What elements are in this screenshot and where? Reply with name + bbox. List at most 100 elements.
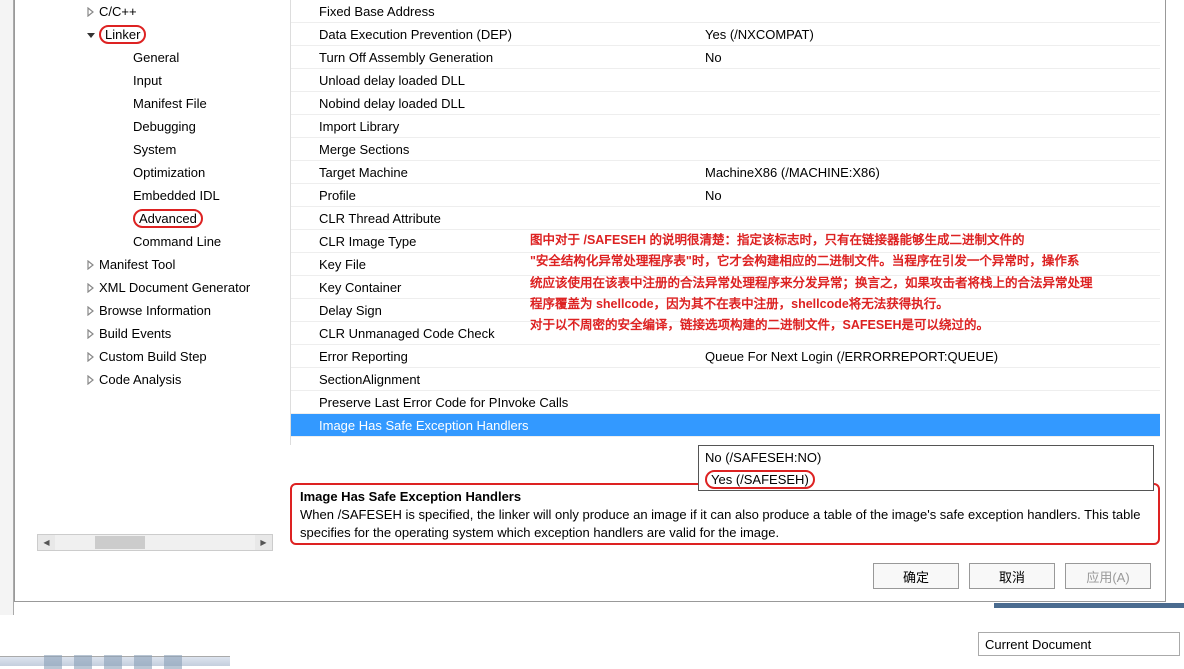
tree-arrow-icon	[119, 167, 131, 179]
scroll-left-arrow[interactable]: ◀	[38, 535, 55, 550]
background-stripe	[994, 603, 1184, 608]
taskbar-icon[interactable]	[164, 655, 182, 669]
property-value[interactable]: No	[699, 188, 1160, 203]
tree-label: Embedded IDL	[133, 188, 220, 203]
tree-item[interactable]: Build Events	[37, 322, 275, 345]
annotation-line: "安全结构化异常处理程序表"时，它才会构建相应的二进制文件。当程序在引发一个异常…	[530, 251, 1160, 272]
property-row[interactable]: Target MachineMachineX86 (/MACHINE:X86)	[291, 161, 1160, 184]
tree-item[interactable]: Manifest Tool	[37, 253, 275, 276]
property-row[interactable]: Unload delay loaded DLL	[291, 69, 1160, 92]
tree-label: Code Analysis	[99, 372, 181, 387]
dropdown-text: Current Document	[985, 637, 1091, 652]
config-tree[interactable]: C/C++ Linker General Input Manifest File Debu…	[37, 0, 275, 545]
dropdown-item[interactable]: No (/SAFESEH:NO)	[699, 446, 1153, 468]
annotation-line: 对于以不周密的安全编译，链接选项构建的二进制文件，SAFESEH是可以绕过的。	[530, 315, 1160, 336]
property-row[interactable]: Import Library	[291, 115, 1160, 138]
property-name: Profile	[291, 188, 699, 203]
tree-item[interactable]: Advanced	[37, 207, 275, 230]
tree-item[interactable]: Browse Information	[37, 299, 275, 322]
property-row[interactable]: Preserve Last Error Code for PInvoke Cal…	[291, 391, 1160, 414]
tree-item[interactable]: Command Line	[37, 230, 275, 253]
property-row[interactable]: Data Execution Prevention (DEP)Yes (/NXC…	[291, 23, 1160, 46]
tree-item[interactable]: Code Analysis	[37, 368, 275, 391]
dialog-buttons: 确定 取消 应用(A)	[873, 563, 1151, 589]
taskbar-icon[interactable]	[104, 655, 122, 669]
property-row[interactable]: Error ReportingQueue For Next Login (/ER…	[291, 345, 1160, 368]
cancel-button[interactable]: 取消	[969, 563, 1055, 589]
property-value[interactable]: MachineX86 (/MACHINE:X86)	[699, 165, 1160, 180]
tree-label: Optimization	[133, 165, 205, 180]
tree-arrow-icon	[119, 236, 131, 248]
tree-item[interactable]: Debugging	[37, 115, 275, 138]
property-name: Target Machine	[291, 165, 699, 180]
property-row[interactable]: Turn Off Assembly GenerationNo	[291, 46, 1160, 69]
tree-label: Browse Information	[99, 303, 211, 318]
tree-arrow-icon	[119, 213, 131, 225]
tree-label: General	[133, 50, 179, 65]
property-row[interactable]: Merge Sections	[291, 138, 1160, 161]
property-name: CLR Thread Attribute	[291, 211, 699, 226]
tree-label: Custom Build Step	[99, 349, 207, 364]
scroll-right-arrow[interactable]: ▶	[255, 535, 272, 550]
safeseh-dropdown-list[interactable]: No (/SAFESEH:NO)Yes (/SAFESEH)	[698, 445, 1154, 491]
property-row[interactable]: Nobind delay loaded DLL	[291, 92, 1160, 115]
tree-label: C/C++	[99, 4, 137, 19]
tree-arrow-icon	[85, 374, 97, 386]
tree-label: Manifest Tool	[99, 257, 175, 272]
tree-item[interactable]: C/C++	[37, 0, 275, 23]
property-row[interactable]: Fixed Base Address	[291, 0, 1160, 23]
tree-arrow-icon	[119, 144, 131, 156]
tree-arrow-icon	[85, 259, 97, 271]
property-name: Fixed Base Address	[291, 4, 699, 19]
annotation-line: 程序覆盖为 shellcode，因为其不在表中注册，shellcode将无法获得…	[530, 294, 1160, 315]
description-title: Image Has Safe Exception Handlers	[300, 489, 1150, 504]
tree-arrow-icon	[119, 190, 131, 202]
annotation-line: 图中对于 /SAFESEH 的说明很清楚：指定该标志时，只有在链接器能够生成二进…	[530, 230, 1160, 251]
taskbar-icon[interactable]	[44, 655, 62, 669]
property-name: SectionAlignment	[291, 372, 699, 387]
tree-item[interactable]: Input	[37, 69, 275, 92]
tree-arrow-icon	[119, 98, 131, 110]
current-document-dropdown[interactable]: Current Document	[978, 632, 1180, 656]
tree-label: Input	[133, 73, 162, 88]
scroll-thumb[interactable]	[95, 536, 145, 549]
property-name: Nobind delay loaded DLL	[291, 96, 699, 111]
taskbar	[0, 656, 230, 666]
tree-item[interactable]: Manifest File	[37, 92, 275, 115]
dropdown-item[interactable]: Yes (/SAFESEH)	[699, 468, 1153, 490]
property-row[interactable]: ProfileNo	[291, 184, 1160, 207]
taskbar-icon[interactable]	[74, 655, 92, 669]
tree-label: Manifest File	[133, 96, 207, 111]
tree-item[interactable]: General	[37, 46, 275, 69]
tree-horizontal-scrollbar[interactable]: ◀ ▶	[37, 534, 273, 551]
property-value[interactable]: Queue For Next Login (/ERRORREPORT:QUEUE…	[699, 349, 1160, 364]
tree-label: Build Events	[99, 326, 171, 341]
tree-arrow-icon	[119, 52, 131, 64]
property-name: Error Reporting	[291, 349, 699, 364]
property-value[interactable]: Yes (/NXCOMPAT)	[699, 27, 1160, 42]
tree-arrow-icon	[85, 351, 97, 363]
ok-button[interactable]: 确定	[873, 563, 959, 589]
taskbar-icon[interactable]	[134, 655, 152, 669]
apply-button[interactable]: 应用(A)	[1065, 563, 1151, 589]
property-name: Data Execution Prevention (DEP)	[291, 27, 699, 42]
tree-item[interactable]: Custom Build Step	[37, 345, 275, 368]
property-name: Preserve Last Error Code for PInvoke Cal…	[291, 395, 699, 410]
tree-item[interactable]: Optimization	[37, 161, 275, 184]
property-row[interactable]: SectionAlignment	[291, 368, 1160, 391]
tree-arrow-icon	[85, 305, 97, 317]
tree-item[interactable]: XML Document Generator	[37, 276, 275, 299]
tree-label: Debugging	[133, 119, 196, 134]
tree-arrow-icon	[119, 121, 131, 133]
tree-item[interactable]: Linker	[37, 23, 275, 46]
property-row[interactable]: Image Has Safe Exception Handlers	[291, 414, 1160, 437]
tree-label: Advanced	[133, 209, 203, 228]
tree-item[interactable]: System	[37, 138, 275, 161]
property-name: Turn Off Assembly Generation	[291, 50, 699, 65]
tree-item[interactable]: Embedded IDL	[37, 184, 275, 207]
tree-label: XML Document Generator	[99, 280, 250, 295]
property-row[interactable]: CLR Thread Attribute	[291, 207, 1160, 230]
property-grid[interactable]: Fixed Base Address Data Execution Prevent…	[290, 0, 1160, 445]
background-panel	[0, 0, 14, 615]
property-value[interactable]: No	[699, 50, 1160, 65]
